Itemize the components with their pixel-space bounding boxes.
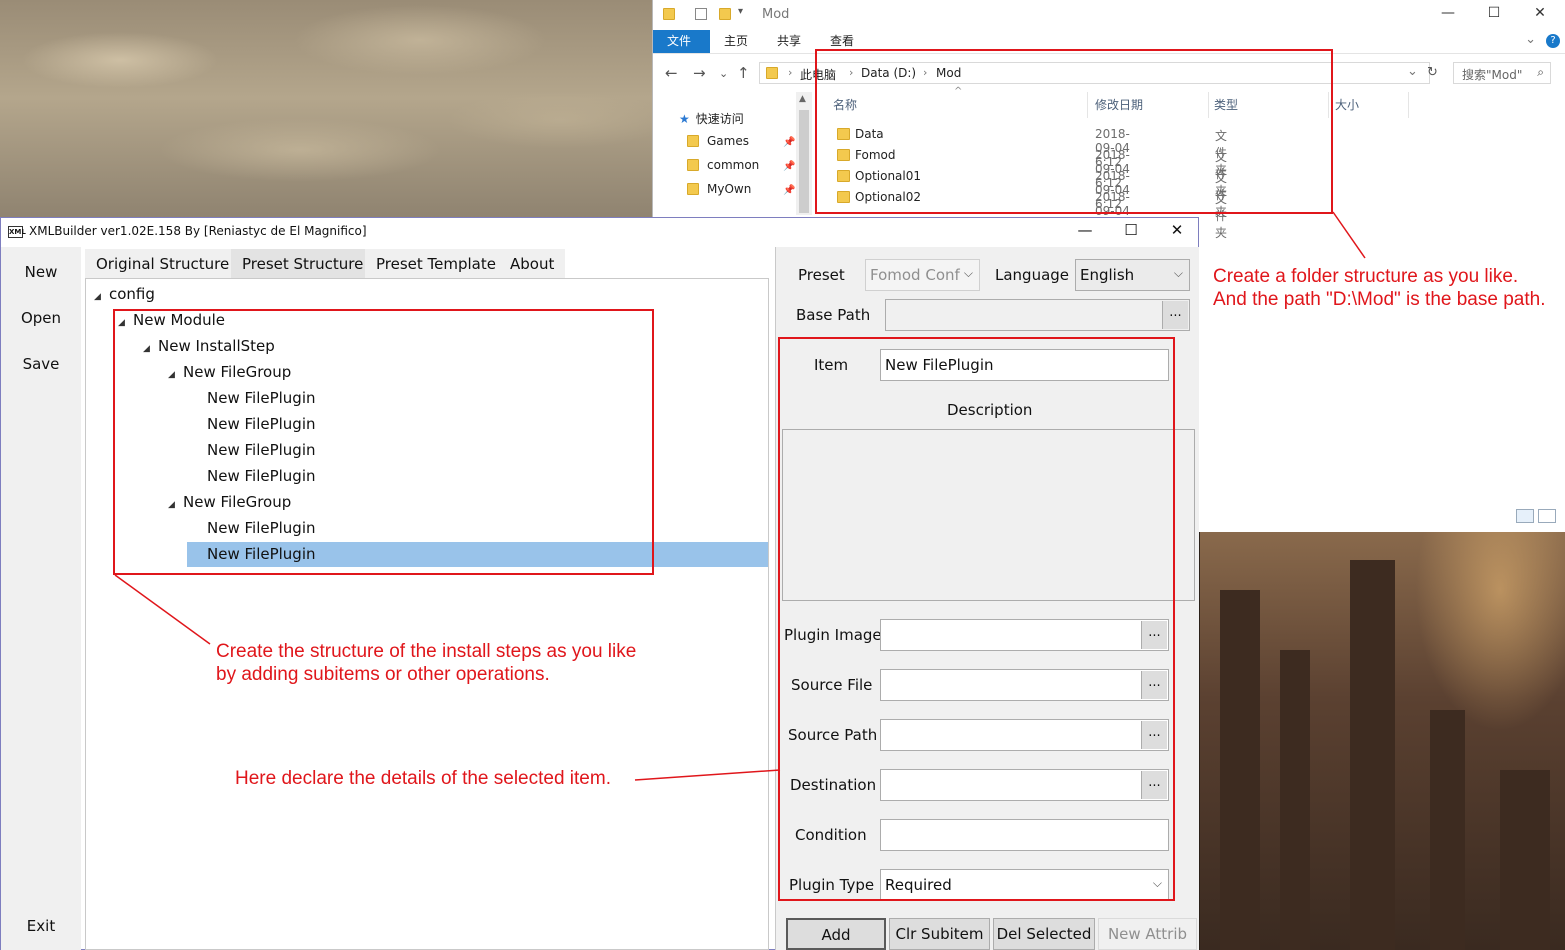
base-path-label: Base Path (796, 306, 871, 324)
quick-access-dropdown-icon[interactable]: ▾ (738, 6, 743, 17)
pin-icon: 📌 (783, 185, 796, 196)
window-title: XMLBuilder ver1.02E.158 By [Reniastyc de… (29, 224, 367, 238)
recent-locations-icon[interactable]: ⌄ (719, 67, 728, 80)
large-icons-view-icon[interactable] (1538, 509, 1556, 523)
new-folder-icon[interactable] (719, 8, 731, 20)
navigation-pane: ★ 快速访问 Games 📌 common 📌 MyOwn 📌 (653, 90, 813, 215)
folder-icon (663, 8, 675, 20)
desktop-wallpaper-sky (0, 0, 655, 218)
new-attrib-button: New Attrib (1098, 918, 1197, 950)
new-button[interactable]: New (1, 263, 81, 281)
structure-tabs: Original Structure Preset Structure Pres… (85, 249, 775, 279)
explorer-window-title: Mod (762, 7, 790, 22)
search-placeholder: 搜索"Mod" (1462, 68, 1523, 82)
search-input[interactable]: 搜索"Mod" ⌕ (1453, 62, 1551, 84)
sidebar-item-label: MyOwn (707, 182, 752, 196)
refresh-icon[interactable]: ↻ (1427, 65, 1438, 80)
ribbon-tab-share[interactable]: 共享 (763, 30, 815, 53)
language-select[interactable]: English ⌵ (1075, 259, 1190, 291)
view-buttons (1512, 509, 1556, 526)
sidebar-item-myown[interactable]: MyOwn (687, 182, 751, 200)
back-icon[interactable]: ← (665, 64, 678, 82)
base-path-field[interactable]: ... (885, 299, 1190, 331)
folder-icon (687, 159, 699, 171)
folder-icon (687, 183, 699, 195)
add-subitem-button[interactable]: Add Subitem (786, 918, 886, 950)
folder-icon (766, 67, 778, 79)
chevron-down-icon: ⌵ (963, 266, 973, 280)
forward-icon[interactable]: → (693, 64, 706, 82)
maximize-icon[interactable]: ☐ (1484, 5, 1504, 23)
folder-note-line1: Create a folder structure as you like. (1213, 266, 1519, 287)
pin-icon: 📌 (783, 161, 796, 172)
exit-button[interactable]: Exit (1, 917, 81, 935)
folder-note: Create a folder structure as you like. A… (1213, 265, 1545, 311)
scrollbar-thumb[interactable] (799, 110, 809, 213)
ribbon-tab-home[interactable]: 主页 (710, 30, 762, 53)
tab-preset-structure[interactable]: Preset Structure (231, 249, 375, 279)
close-icon[interactable]: ✕ (1165, 221, 1189, 243)
navigation-scrollbar[interactable]: ▲ (796, 92, 812, 215)
maximize-icon[interactable]: ☐ (1119, 221, 1143, 243)
quick-access-item[interactable]: ★ 快速访问 (679, 110, 744, 128)
app-icon: XML (8, 226, 26, 238)
tab-preset-template[interactable]: Preset Template (365, 249, 507, 279)
sidebar-item-common[interactable]: common (687, 158, 759, 176)
details-view-icon[interactable] (1516, 509, 1534, 523)
minimize-icon[interactable]: — (1438, 5, 1458, 23)
column-header-size[interactable]: 大小 (1335, 96, 1359, 113)
clear-subitem-button[interactable]: Clr Subitem (889, 918, 990, 950)
folder-icon (687, 135, 699, 147)
preset-select: Fomod Conf ⌵ (865, 259, 980, 291)
save-button[interactable]: Save (1, 355, 81, 373)
close-icon[interactable]: ✕ (1530, 5, 1550, 23)
sidebar-item-games[interactable]: Games (687, 134, 749, 152)
minimize-icon[interactable]: — (1073, 221, 1097, 243)
preset-value: Fomod Conf (870, 266, 960, 284)
desktop-wallpaper-castle (1200, 530, 1565, 950)
tree-highlight-box (113, 309, 654, 575)
help-icon[interactable]: ? (1546, 34, 1560, 48)
sidebar-item-label: common (707, 158, 760, 172)
properties-icon[interactable] (695, 8, 707, 20)
ribbon-tab-file[interactable]: 文件 (653, 30, 710, 53)
address-dropdown-icon[interactable]: ⌄ (1407, 64, 1418, 79)
tree-note-line2: by adding subitems or other operations. (216, 664, 550, 685)
details-highlight-box (778, 337, 1175, 901)
language-value: English (1080, 266, 1135, 284)
expanded-icon[interactable]: ◢ (94, 285, 104, 310)
folder-highlight-box (815, 49, 1333, 214)
folder-note-line2: And the path "D:\Mod" is the base path. (1213, 289, 1546, 310)
tree-note: Create the structure of the install step… (216, 640, 636, 686)
sidebar-item-label: Games (707, 134, 749, 148)
xmlbuilder-titlebar: XML XMLBuilder ver1.02E.158 By [Reniasty… (1, 218, 1198, 246)
chevron-down-icon: ⌵ (1173, 266, 1183, 280)
scroll-up-icon[interactable]: ▲ (799, 94, 806, 104)
left-command-bar: New Open Save Exit (1, 247, 81, 950)
quick-access-label: 快速访问 (695, 112, 744, 126)
pin-icon: 📌 (783, 137, 796, 148)
up-icon[interactable]: ↑ (737, 64, 750, 82)
tree-node-label: config (109, 285, 155, 303)
details-note: Here declare the details of the selected… (235, 768, 611, 789)
tree-note-line1: Create the structure of the install step… (216, 641, 637, 662)
search-icon: ⌕ (1537, 65, 1544, 79)
preset-label: Preset (798, 266, 845, 284)
tree-node-config[interactable]: ◢ config (94, 282, 155, 307)
delete-selected-button[interactable]: Del Selected (993, 918, 1095, 950)
open-button[interactable]: Open (1, 309, 81, 327)
tab-about[interactable]: About (499, 249, 566, 279)
star-icon: ★ (679, 112, 690, 126)
language-label: Language (995, 266, 1070, 284)
base-path-browse-button[interactable]: ... (1162, 301, 1188, 329)
tab-original-structure[interactable]: Original Structure (85, 249, 241, 279)
ribbon-expand-icon[interactable]: ⌄ (1525, 32, 1536, 47)
explorer-titlebar: ▾ Mod — ☐ ✕ (653, 0, 1565, 30)
